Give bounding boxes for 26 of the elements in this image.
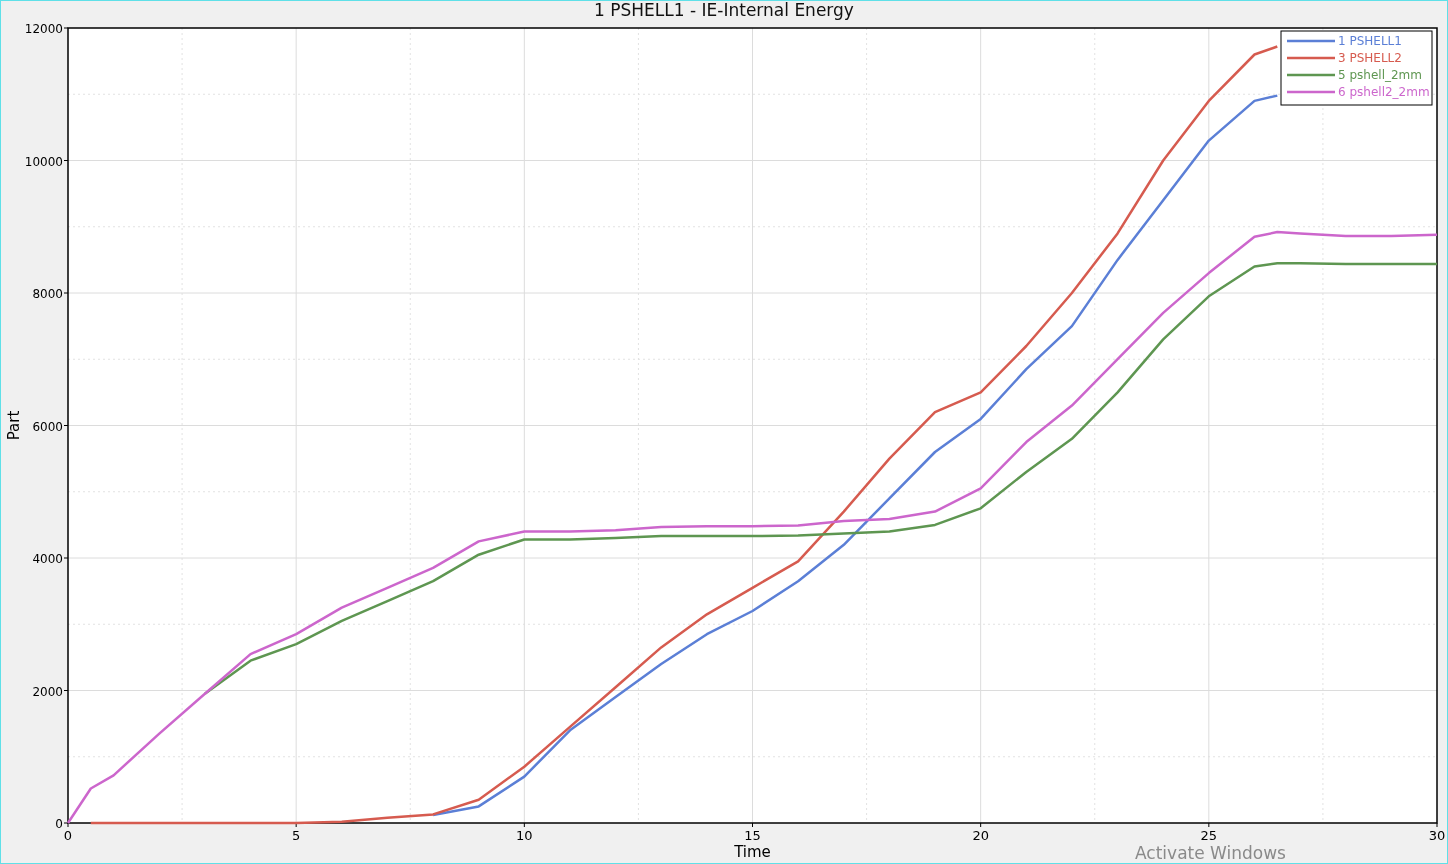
x-axis-label: Time	[734, 843, 771, 861]
legend-label: 1 PSHELL1	[1338, 34, 1402, 48]
legend-label: 6 pshell2_2mm	[1338, 85, 1430, 99]
y-tick-label: 0	[55, 817, 63, 831]
x-tick-label: 20	[972, 828, 989, 843]
y-tick-label: 10000	[24, 154, 63, 169]
y-tick-label: 6000	[32, 419, 63, 434]
x-tick-label: 15	[744, 828, 761, 843]
x-tick-label: 0	[63, 828, 73, 843]
legend-label: 5 pshell_2mm	[1338, 68, 1422, 82]
legend-label: 3 PSHELL2	[1338, 51, 1402, 65]
x-tick-label: 10	[516, 828, 533, 843]
legend-swatch	[1287, 73, 1335, 77]
x-tick-label: 30	[1428, 828, 1446, 843]
y-axis-label: Part	[5, 410, 23, 441]
legend-swatch	[1287, 90, 1335, 94]
y-tick-label: 8000	[32, 287, 63, 301]
chart-title: 1 PSHELL1 - IE-Internal Energy	[594, 1, 854, 20]
y-tick-label: 4000	[32, 552, 63, 566]
legend-swatch	[1287, 56, 1335, 60]
x-tick-label: 25	[1200, 828, 1218, 843]
y-tick-label: 2000	[32, 684, 63, 699]
legend-swatch	[1287, 39, 1335, 43]
y-tick-label: 12000	[24, 22, 63, 36]
watermark-text: Activate Windows	[1135, 843, 1286, 863]
x-tick-label: 5	[292, 828, 301, 843]
